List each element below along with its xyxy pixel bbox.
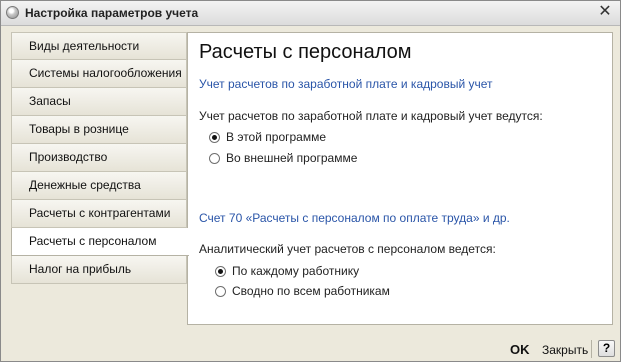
account-70-link[interactable]: Счет 70 «Расчеты с персоналом по оплате … xyxy=(199,211,510,225)
help-button[interactable]: ? xyxy=(598,340,615,357)
radio-checked-icon xyxy=(215,265,226,277)
radio-per-employee[interactable]: По каждому работнику xyxy=(215,264,359,278)
close-icon[interactable]: ✕ xyxy=(597,4,613,20)
analytics-question-label: Аналитический учет расчетов с персоналом… xyxy=(199,242,496,256)
app-icon xyxy=(6,6,19,19)
sidebar-nav: Виды деятельности Системы налогообложени… xyxy=(11,32,189,287)
sidebar-item-retail-goods[interactable]: Товары в рознице xyxy=(11,116,187,144)
radio-label: Во внешней программе xyxy=(226,151,358,165)
radio-unchecked-icon xyxy=(215,285,226,297)
radio-external-program[interactable]: Во внешней программе xyxy=(209,151,357,165)
settings-window: Настройка параметров учета ✕ Виды деятел… xyxy=(0,0,621,362)
radio-all-employees[interactable]: Сводно по всем работникам xyxy=(215,284,390,298)
radio-label: Сводно по всем работникам xyxy=(232,284,390,298)
payroll-accounting-link[interactable]: Учет расчетов по заработной плате и кадр… xyxy=(199,77,493,91)
sidebar-item-production[interactable]: Производство xyxy=(11,144,187,172)
sidebar-item-activity-types[interactable]: Виды деятельности xyxy=(11,32,187,60)
payroll-question-label: Учет расчетов по заработной плате и кадр… xyxy=(199,109,543,123)
sidebar-item-tax-systems[interactable]: Системы налогообложения xyxy=(11,60,187,88)
footer-divider xyxy=(591,340,592,358)
window-title: Настройка параметров учета xyxy=(25,6,199,20)
title-bar: Настройка параметров учета ✕ xyxy=(1,1,620,26)
radio-this-program[interactable]: В этой программе xyxy=(209,130,326,144)
sidebar-item-counterparties[interactable]: Расчеты с контрагентами xyxy=(11,200,187,228)
radio-checked-icon xyxy=(209,131,220,143)
radio-label: В этой программе xyxy=(226,130,327,144)
ok-button[interactable]: OK xyxy=(510,342,530,357)
page-title: Расчеты с персоналом xyxy=(199,41,412,63)
close-button[interactable]: Закрыть xyxy=(542,343,588,357)
content-panel: Расчеты с персоналом Учет расчетов по за… xyxy=(187,32,613,325)
radio-unchecked-icon xyxy=(209,152,220,164)
sidebar-item-profit-tax[interactable]: Налог на прибыль xyxy=(11,256,187,284)
sidebar-item-inventory[interactable]: Запасы xyxy=(11,88,187,116)
sidebar-item-personnel[interactable]: Расчеты с персоналом xyxy=(11,228,189,256)
radio-label: По каждому работнику xyxy=(232,264,360,278)
sidebar-item-cash[interactable]: Денежные средства xyxy=(11,172,187,200)
